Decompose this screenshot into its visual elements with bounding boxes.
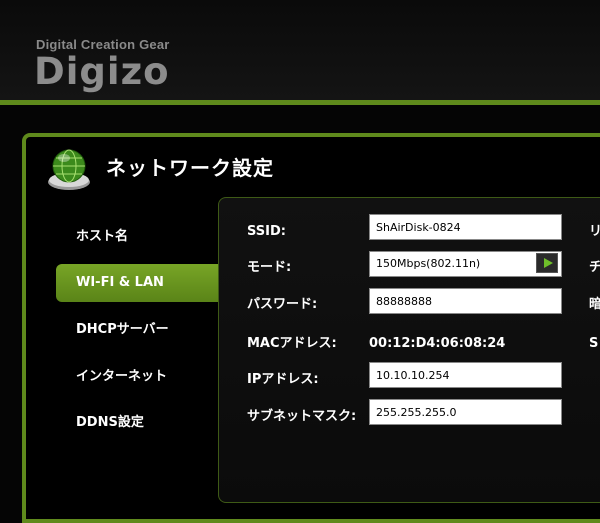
subnet-label: サブネットマスク: <box>247 409 357 424</box>
cut-label-2: チ <box>589 260 600 275</box>
cut-label-3: 暗 <box>589 297 600 312</box>
mac-label: MACアドレス: <box>247 336 337 351</box>
sidebar-item-dhcp-server[interactable]: DHCPサーバー <box>56 311 169 349</box>
sidebar-item-internet[interactable]: インターネット <box>56 358 167 396</box>
header-divider <box>0 100 600 105</box>
mode-dropdown-arrow-icon[interactable] <box>536 253 558 273</box>
brand-logo: Digizo <box>34 50 170 93</box>
cut-label-4: S <box>589 336 599 351</box>
page-title: ネットワーク設定 <box>106 156 274 180</box>
globe-icon <box>45 146 93 192</box>
ssid-label: SSID: <box>247 224 286 239</box>
cut-label-1: リ <box>589 224 600 239</box>
sidebar-item-ddns[interactable]: DDNS設定 <box>56 404 144 442</box>
mode-select[interactable]: 150Mbps(802.11n) <box>369 251 562 277</box>
ip-input[interactable] <box>369 362 562 388</box>
password-label: パスワード: <box>247 297 318 312</box>
sidebar-item-hostname[interactable]: ホスト名 <box>56 218 128 256</box>
password-input[interactable] <box>369 288 562 314</box>
mode-label: モード: <box>247 260 292 275</box>
sidebar-item-wifi-lan[interactable]: WI-FI & LAN <box>56 264 220 302</box>
subnet-input[interactable] <box>369 399 562 425</box>
ssid-input[interactable] <box>369 214 562 240</box>
ip-label: IPアドレス: <box>247 372 319 387</box>
mac-value: 00:12:D4:06:08:24 <box>369 336 506 351</box>
